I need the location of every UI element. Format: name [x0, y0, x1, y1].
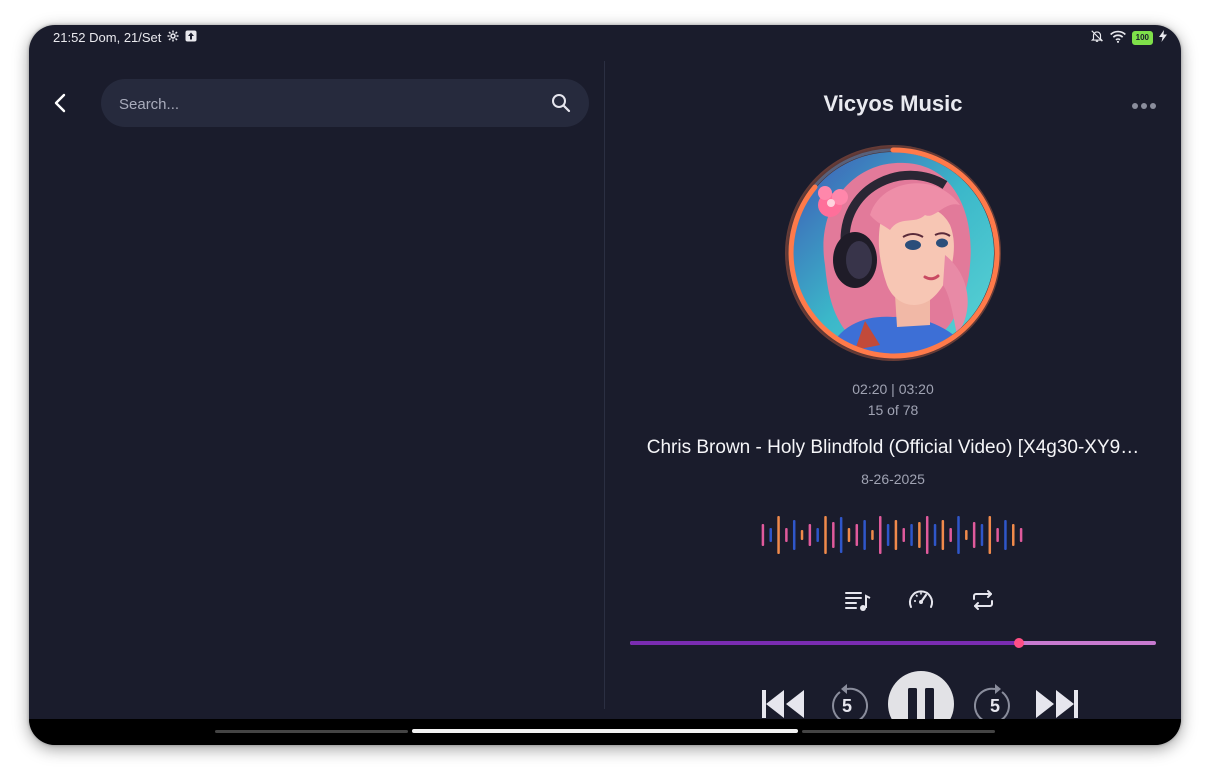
- visualizer-bar: [777, 516, 780, 554]
- nav-handle-right: [802, 730, 995, 733]
- visualizer-bar: [910, 524, 913, 546]
- rewind-seconds-label: 5: [841, 696, 852, 716]
- visualizer-bar: [879, 516, 882, 554]
- search-button[interactable]: [551, 93, 571, 113]
- visualizer-bar: [832, 522, 835, 548]
- secondary-controls: [605, 585, 1181, 615]
- track-title: Chris Brown - Holy Blindfold (Official V…: [646, 437, 1140, 458]
- device-screen: 21:52 Dom, 21/Set 100 Search... Vicyos M…: [29, 25, 1181, 745]
- seek-progress: [630, 641, 1020, 645]
- track-position: 15 of 78: [867, 402, 919, 418]
- visualizer-bar: [792, 520, 796, 550]
- search-bar: [101, 79, 589, 129]
- home-gesture-handle[interactable]: [412, 729, 798, 733]
- queue-button[interactable]: [843, 585, 873, 615]
- previous-button[interactable]: [760, 687, 806, 721]
- app-title: Vicyos Music: [823, 91, 963, 116]
- visualizer-bar: [886, 524, 890, 546]
- status-bar-left: 21:52 Dom, 21/Set: [53, 30, 197, 45]
- audio-visualizer: [761, 516, 1023, 554]
- visualizer-bar: [902, 528, 905, 542]
- bell-off-icon: [1090, 29, 1104, 46]
- visualizer-bar: [894, 520, 898, 550]
- visualizer-bar: [972, 522, 976, 548]
- skip-previous-icon: [762, 690, 804, 718]
- visualizer-bar: [1019, 528, 1023, 542]
- battery-icon: 100: [1131, 30, 1153, 45]
- repeat-icon: [973, 590, 993, 610]
- visualizer-bar: [918, 522, 921, 548]
- more-options-button[interactable]: [1130, 99, 1158, 111]
- visualizer-bar: [957, 516, 960, 554]
- wifi-icon: [1109, 30, 1126, 46]
- charging-icon: [1159, 30, 1167, 45]
- album-art[interactable]: [785, 145, 1001, 361]
- skip-next-icon: [1036, 690, 1078, 718]
- visualizer-bar: [949, 528, 952, 542]
- upload-notification-icon: [185, 30, 197, 45]
- search-icon: [552, 94, 571, 113]
- visualizer-bar: [855, 524, 859, 546]
- repeat-button[interactable]: [968, 585, 998, 615]
- back-button[interactable]: [49, 89, 73, 117]
- visualizer-bar: [785, 528, 788, 542]
- visualizer-bar: [965, 530, 968, 540]
- playback-time: 02:20 | 03:20: [852, 381, 934, 397]
- visualizer-bar: [761, 524, 765, 546]
- visualizer-bar: [847, 528, 851, 542]
- library-pane: [29, 51, 605, 719]
- visualizer-bar: [1012, 524, 1015, 546]
- search-input[interactable]: [117, 79, 541, 129]
- visualizer-bar: [933, 524, 937, 546]
- seek-thumb[interactable]: [1014, 638, 1025, 648]
- track-date: 8-26-2025: [861, 471, 925, 487]
- visualizer-bar: [839, 517, 843, 553]
- status-bar: 21:52 Dom, 21/Set 100: [29, 25, 1181, 51]
- visualizer-bar: [808, 524, 812, 546]
- visualizer-bar: [941, 520, 945, 550]
- chevron-left-icon: [54, 93, 66, 113]
- playlist-music-icon: [845, 592, 871, 611]
- visualizer-bar: [863, 520, 866, 550]
- status-bar-right: 100: [1090, 29, 1167, 46]
- status-time-date: 21:52 Dom, 21/Set: [53, 30, 162, 45]
- speedometer-icon: [909, 590, 933, 608]
- gesture-navigation-bar: [29, 719, 1181, 745]
- visualizer-bar: [824, 516, 827, 554]
- visualizer-bar: [925, 516, 929, 554]
- visualizer-bar: [1004, 520, 1007, 550]
- seek-bar[interactable]: [630, 633, 1156, 653]
- visualizer-bar: [769, 528, 772, 542]
- player-pane: Vicyos Music 02:20 | 03:20 15 of 78 Chri…: [605, 51, 1181, 737]
- playback-speed-button[interactable]: [906, 585, 936, 615]
- more-horizontal-icon: [1132, 103, 1156, 109]
- forward-seconds-label: 5: [989, 696, 1000, 716]
- next-button[interactable]: [1034, 687, 1080, 721]
- visualizer-bar: [996, 528, 999, 542]
- visualizer-bar: [988, 516, 992, 554]
- visualizer-bar: [816, 528, 819, 542]
- visualizer-bar: [871, 530, 874, 540]
- nav-handle-left: [215, 730, 408, 733]
- visualizer-bar: [800, 530, 804, 540]
- visualizer-bar: [980, 524, 984, 546]
- settings-notification-icon: [167, 30, 179, 45]
